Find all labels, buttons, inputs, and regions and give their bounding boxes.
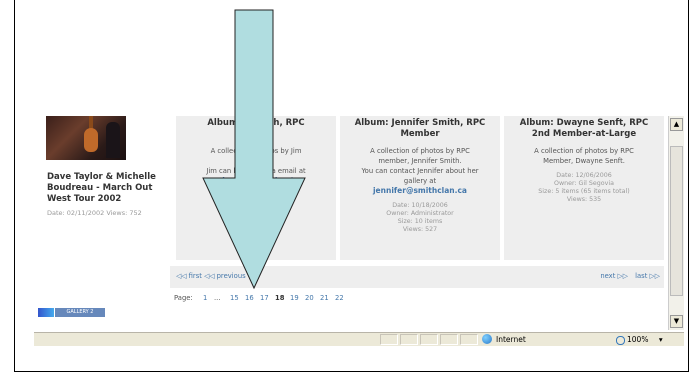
zoom-level: 100% xyxy=(627,335,649,344)
album-title-line: Album: Jennifer Smith, RPC xyxy=(354,118,486,128)
item-dave-taylor[interactable]: Dave Taylor & Michelle Boudreau - March … xyxy=(34,116,170,229)
album-meta-line: Size: 6… … total) xyxy=(228,208,284,215)
album-desc-line: Member, Dwayne Senft. xyxy=(543,157,625,165)
previous-page-link[interactable]: ◁◁ previous xyxy=(204,272,246,280)
album-title-line: Album: Dwayne Senft, RPC xyxy=(519,118,649,128)
album-meta: Date: 12/06/2006 Owner: Gil Segovia Size… xyxy=(508,172,660,204)
item-meta: Date: 02/11/2002 Views: 752 xyxy=(47,209,142,217)
gallery-badge-label: GALLERY 2 xyxy=(55,308,105,317)
album-meta-line: Owner: Administrator xyxy=(386,210,454,217)
album-meta-line: Date: 10/18/2006 xyxy=(392,202,448,209)
album-desc-line xyxy=(180,156,332,166)
album-title-line: Member xyxy=(400,129,440,139)
album-card-jim[interactable]: Album: J… …gh, RPC M… A collection … …to… xyxy=(176,116,336,260)
album-title-line: M… xyxy=(247,129,265,139)
browser-viewport: Dave Taylor & Michelle Boudreau - March … xyxy=(34,116,684,346)
album-title-line: 2nd Member-at-Large xyxy=(531,129,637,139)
album-title[interactable]: Album: Jennifer Smith, RPC Member xyxy=(344,118,496,140)
album-meta: Date: 10/18/2006 Owner: Administrator Si… xyxy=(344,202,496,234)
current-page: 18 xyxy=(275,294,285,302)
page-link[interactable]: 17 xyxy=(260,294,269,302)
status-bar: Internet 100% ▾ xyxy=(34,332,684,346)
zone-label: Internet xyxy=(496,335,526,344)
zoom-caret-icon[interactable]: ▾ xyxy=(659,335,663,344)
scrollbar-thumb[interactable] xyxy=(670,146,683,296)
scroll-down-button[interactable]: ▼ xyxy=(670,315,683,328)
vertical-scrollbar[interactable]: ▲ ▼ xyxy=(668,116,684,330)
album-desc-line: member, Jennifer Smith. xyxy=(378,157,462,165)
page-link[interactable]: 19 xyxy=(290,294,299,302)
album-title[interactable]: Album: Dwayne Senft, RPC 2nd Member-at-L… xyxy=(508,118,660,140)
album-desc-line: A collection of photos by RPC xyxy=(534,147,634,155)
status-cell xyxy=(460,334,478,345)
security-zone[interactable]: Internet xyxy=(482,333,582,346)
page-link[interactable]: 15 xyxy=(230,294,239,302)
magnifier-icon xyxy=(616,335,625,345)
last-page-link[interactable]: last ▷▷ xyxy=(635,272,660,280)
guitar-shape xyxy=(84,128,98,152)
album-meta-line: Size: 5 items (65 items total) xyxy=(538,188,630,195)
item-title-line: West Tour 2002 xyxy=(47,194,122,204)
page-link[interactable]: 22 xyxy=(335,294,344,302)
album-title-line: Album: J… …gh, RPC xyxy=(207,118,305,128)
page-ellipsis: ... xyxy=(214,294,221,302)
album-card-dwayne[interactable]: Album: Dwayne Senft, RPC 2nd Member-at-L… xyxy=(504,116,664,260)
gallery-logo-icon xyxy=(38,308,54,317)
zoom-control[interactable]: 100% ▾ xyxy=(616,335,663,345)
album-email-link[interactable]: jennifer@smithclan.ca xyxy=(344,186,496,196)
status-cell xyxy=(380,334,398,345)
page-label: Page: xyxy=(174,294,193,302)
page-link[interactable]: 16 xyxy=(245,294,254,302)
album-meta-line: Date: 12/06/2006 xyxy=(556,172,612,179)
item-title-line: Dave Taylor & Michelle xyxy=(47,172,156,182)
page-link[interactable]: 21 xyxy=(320,294,329,302)
album-desc-line: Jim can be c… … via email at xyxy=(206,167,306,175)
album-meta-line: Size: 10 items xyxy=(397,218,443,225)
page-link[interactable]: 1 xyxy=(203,294,207,302)
gallery2-badge[interactable]: GALLERY 2 xyxy=(38,308,106,317)
item-thumbnail[interactable] xyxy=(46,116,126,160)
page-number-list: Page: 1 ... 15 16 17 18 19 20 21 22 xyxy=(170,291,664,305)
status-cell xyxy=(400,334,418,345)
album-meta-line: Date … …002 xyxy=(234,192,278,199)
page-link[interactable]: 20 xyxy=(305,294,314,302)
globe-icon xyxy=(482,334,492,344)
next-page-link[interactable]: next ▷▷ xyxy=(600,272,628,280)
item-title-line: Boudreau - March Out xyxy=(47,183,153,193)
pagination-bar: ◁◁ first ◁◁ previous next ▷▷ last ▷▷ xyxy=(170,266,664,288)
status-cell xyxy=(420,334,438,345)
album-desc-line: gallery at xyxy=(403,177,437,185)
first-page-link[interactable]: ◁◁ first xyxy=(176,272,202,280)
item-title[interactable]: Dave Taylor & Michelle Boudreau - March … xyxy=(47,172,177,205)
album-desc-line: You can contact Jennifer about her xyxy=(361,167,479,175)
album-title[interactable]: Album: J… …gh, RPC M… xyxy=(180,118,332,140)
album-meta-line: O… …r: xyxy=(243,200,269,207)
album-email-link[interactable]: sloughj… …tel.net xyxy=(180,176,332,186)
status-cell xyxy=(440,334,458,345)
album-meta-line: Views: 527 xyxy=(402,226,438,233)
album-meta-line: Owner: Gil Segovia xyxy=(553,180,614,187)
album-card-jennifer[interactable]: Album: Jennifer Smith, RPC Member A coll… xyxy=(340,116,500,260)
page-content: Dave Taylor & Michelle Boudreau - March … xyxy=(34,116,668,330)
album-meta-line: Views: 535 xyxy=(566,196,602,203)
album-desc-line: A collection … …tos by Jim xyxy=(210,147,302,155)
person-shape xyxy=(106,122,120,158)
album-meta: Date … …002 O… …r: Size: 6… … total) xyxy=(180,192,332,216)
album-desc-line: A collection of photos by RPC xyxy=(370,147,470,155)
scroll-up-button[interactable]: ▲ xyxy=(670,118,683,131)
